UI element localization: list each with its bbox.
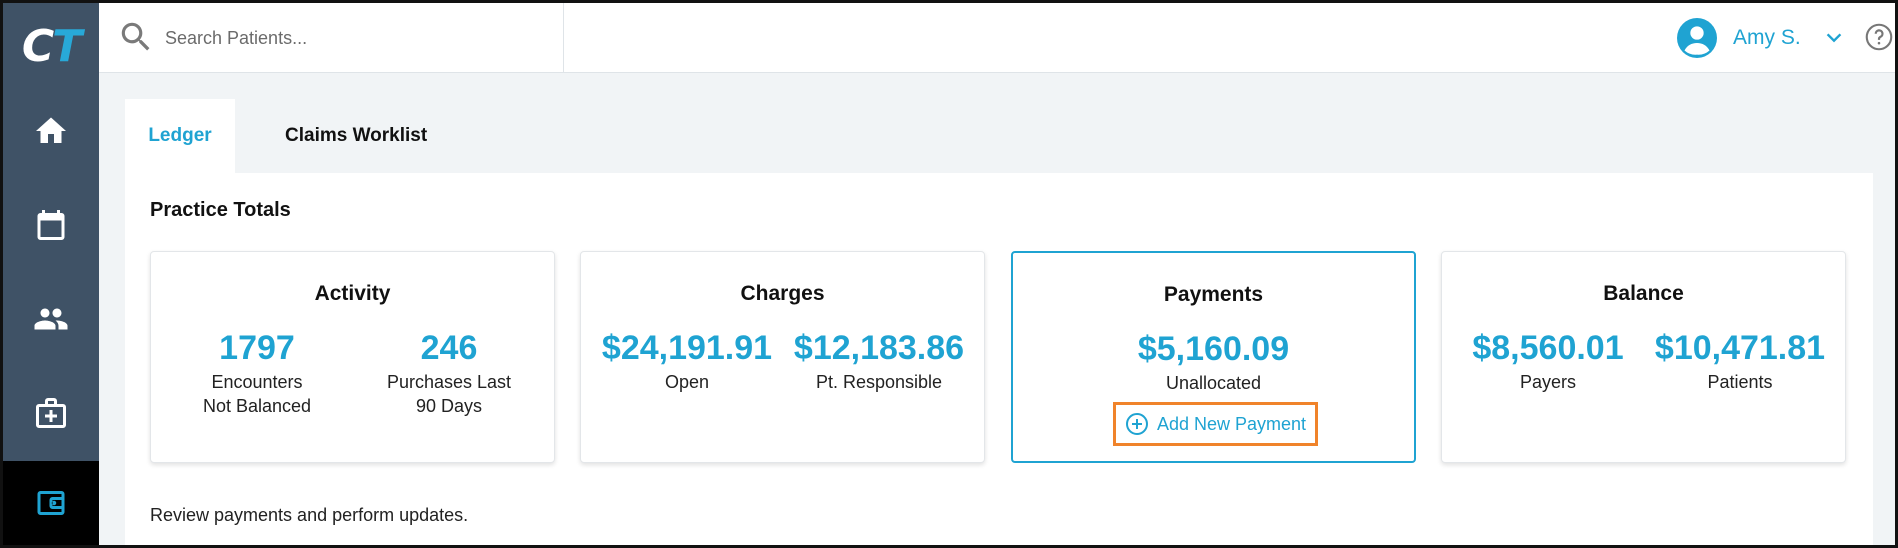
stat-label: Patients bbox=[1707, 372, 1773, 392]
user-menu[interactable]: Amy S. bbox=[1677, 3, 1845, 73]
stat-value: $10,471.81 bbox=[1654, 329, 1826, 367]
sidebar-item-calendar[interactable] bbox=[3, 179, 99, 271]
charges-card: Charges $24,191.91 Open $12,183.86 Pt. R… bbox=[580, 251, 985, 463]
stat-value: $5,160.09 bbox=[1137, 330, 1290, 368]
card-title: Payments bbox=[1163, 283, 1264, 306]
sidebar-item-clinical[interactable] bbox=[3, 367, 99, 459]
stat-label: Open bbox=[664, 372, 710, 392]
people-icon bbox=[34, 308, 68, 330]
sidebar-item-patients[interactable] bbox=[3, 273, 99, 365]
footer-note: Review payments and perform updates. bbox=[150, 505, 469, 525]
user-name: Amy S. bbox=[1733, 26, 1801, 49]
home-icon bbox=[36, 117, 66, 143]
calendar-icon bbox=[37, 210, 65, 240]
stat-value: $12,183.86 bbox=[793, 329, 965, 367]
stat-open-charges[interactable]: $24,191.91 Open bbox=[592, 328, 782, 394]
search-bar bbox=[99, 3, 564, 73]
stat-value: 246 bbox=[420, 329, 478, 367]
app-window: CT Amy S. Ledger bbox=[0, 0, 1898, 548]
stat-value: $24,191.91 bbox=[601, 329, 773, 367]
stat-payers-balance[interactable]: $8,560.01 Payers bbox=[1453, 328, 1643, 394]
tab-bar: Ledger Claims Worklist bbox=[125, 99, 452, 173]
help-icon[interactable] bbox=[1865, 23, 1893, 51]
search-input[interactable] bbox=[165, 23, 545, 53]
sidebar-item-home[interactable] bbox=[3, 85, 99, 177]
stat-label: Encounters Not Balanced bbox=[202, 372, 312, 416]
stat-value: $8,560.01 bbox=[1472, 329, 1624, 367]
app-logo[interactable]: CT bbox=[3, 3, 99, 89]
section-title: Practice Totals bbox=[150, 199, 291, 221]
stat-purchases[interactable]: 246 Purchases Last 90 Days bbox=[354, 328, 544, 418]
tab-claims-worklist[interactable]: Claims Worklist bbox=[260, 99, 452, 173]
stat-unallocated[interactable]: $5,160.09 Unallocated bbox=[1013, 329, 1414, 395]
balance-card: Balance $8,560.01 Payers $10,471.81 Pati… bbox=[1441, 251, 1846, 463]
ledger-panel: Practice Totals Activity 1797 Encounters… bbox=[125, 173, 1873, 545]
wallet-icon bbox=[37, 491, 65, 515]
medical-kit-icon bbox=[36, 398, 66, 428]
card-title: Charges bbox=[740, 282, 825, 305]
stat-label: Pt. Responsible bbox=[815, 372, 943, 392]
add-new-payment-button[interactable]: Add New Payment bbox=[1113, 402, 1318, 446]
add-new-payment-label: Add New Payment bbox=[1156, 413, 1307, 434]
stat-value: 1797 bbox=[219, 329, 295, 367]
search-icon[interactable] bbox=[117, 18, 155, 56]
plus-circle-icon bbox=[1125, 413, 1148, 435]
top-bar: Amy S. bbox=[99, 3, 1895, 73]
stat-patients-balance[interactable]: $10,471.81 Patients bbox=[1645, 328, 1835, 394]
tab-ledger[interactable]: Ledger bbox=[125, 99, 235, 173]
stat-pt-responsible[interactable]: $12,183.86 Pt. Responsible bbox=[784, 328, 974, 394]
stat-label: Unallocated bbox=[1165, 373, 1262, 393]
chevron-down-icon[interactable] bbox=[1823, 27, 1845, 49]
user-avatar-icon bbox=[1677, 18, 1717, 58]
stat-encounters[interactable]: 1797 Encounters Not Balanced bbox=[162, 328, 352, 418]
sidebar: CT bbox=[3, 3, 99, 545]
stat-label: Payers bbox=[1519, 372, 1577, 392]
sidebar-item-billing[interactable] bbox=[3, 461, 99, 545]
card-title: Balance bbox=[1603, 282, 1684, 305]
main-content: Ledger Claims Worklist Practice Totals A… bbox=[125, 99, 1873, 545]
activity-card: Activity 1797 Encounters Not Balanced 246… bbox=[150, 251, 555, 463]
payments-card: Payments $5,160.09 Unallocated Add New P… bbox=[1011, 251, 1416, 463]
logo-text: CT bbox=[21, 20, 82, 72]
stat-label: Purchases Last 90 Days bbox=[386, 372, 512, 416]
card-title: Activity bbox=[314, 282, 391, 305]
